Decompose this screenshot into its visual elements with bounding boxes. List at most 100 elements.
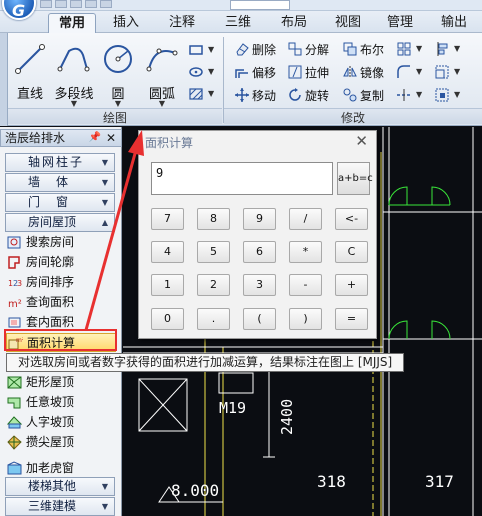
eval-button[interactable]: a+b=c	[337, 162, 373, 195]
rotate-button[interactable]: 旋转	[287, 85, 329, 105]
selection-highlight-box	[4, 329, 117, 351]
ellipse-icon[interactable]	[188, 64, 204, 80]
key-0[interactable]: 0	[151, 308, 184, 330]
tab-annotate[interactable]: 注释	[160, 13, 204, 33]
palette-item-room-sort[interactable]: 123 房间排序	[6, 273, 116, 292]
category-wall[interactable]: 墙 体 ▼	[5, 173, 115, 192]
palette-item-gable-roof[interactable]: 人字坡顶	[6, 413, 116, 432]
rectangle-icon[interactable]	[188, 42, 204, 58]
trim-icon[interactable]	[396, 87, 412, 103]
key-9[interactable]: 9	[243, 208, 276, 230]
key-minus[interactable]: -	[289, 274, 322, 296]
calc-display-input[interactable]: 9	[151, 162, 333, 195]
pin-icon[interactable]: 📌	[89, 130, 101, 146]
mirror-button[interactable]: 镜像	[342, 62, 384, 82]
key-plus[interactable]: +	[335, 274, 368, 296]
move-icon	[235, 88, 249, 102]
key-7[interactable]: 7	[151, 208, 184, 230]
boolean-button[interactable]: 布尔	[342, 39, 384, 59]
qa-new-icon[interactable]	[40, 0, 52, 8]
move-button[interactable]: 移动	[234, 85, 276, 105]
circle-dropdown-icon[interactable]: ▼	[100, 99, 136, 108]
tab-common[interactable]: 常用	[48, 13, 96, 33]
qa-redo-icon[interactable]	[100, 0, 112, 8]
erase-button[interactable]: 删除	[234, 39, 276, 59]
query-area-icon: m²	[8, 299, 22, 310]
fillet-icon[interactable]	[396, 64, 412, 80]
palette-close-icon[interactable]: ✕	[106, 130, 116, 146]
region-dropdown-icon[interactable]: ▼	[454, 90, 460, 99]
stretch-button[interactable]: 拉伸	[287, 62, 329, 82]
align-icon[interactable]	[434, 41, 450, 57]
fillet-dropdown-icon[interactable]: ▼	[416, 67, 422, 76]
palette-item-room-outline[interactable]: 房间轮廓	[6, 253, 116, 272]
array-dropdown-icon[interactable]: ▼	[416, 44, 422, 53]
key-5[interactable]: 5	[197, 241, 230, 263]
palette-item-free-slope-roof[interactable]: 任意坡顶	[6, 393, 116, 412]
erase-label: 删除	[252, 42, 277, 57]
trim-dropdown-icon[interactable]: ▼	[416, 90, 422, 99]
category-stairs-other[interactable]: 楼梯其他 ▼	[5, 477, 115, 496]
polyline-dropdown-icon[interactable]: ▼	[52, 99, 96, 108]
tab-insert[interactable]: 插入	[104, 13, 148, 33]
arc-dropdown-icon[interactable]: ▼	[142, 99, 182, 108]
qa-undo-icon[interactable]	[85, 0, 97, 8]
tab-manage[interactable]: 管理	[378, 13, 422, 33]
palette-item-search-room[interactable]: 搜索房间	[6, 233, 116, 252]
pyramid-roof-icon	[7, 435, 22, 450]
palette-item-query-area[interactable]: m² 查询面积	[6, 293, 116, 312]
dialog-close-icon[interactable]: ✕	[355, 132, 368, 150]
chevron-down-icon: ▼	[101, 502, 108, 511]
array-icon[interactable]	[396, 41, 412, 57]
key-4[interactable]: 4	[151, 241, 184, 263]
tab-3d[interactable]: 三维	[216, 13, 260, 33]
svg-text:m²: m²	[8, 299, 22, 310]
key-2[interactable]: 2	[197, 274, 230, 296]
chevron-down-icon: ▼	[101, 482, 108, 491]
key-divide[interactable]: /	[289, 208, 322, 230]
palette-item-pyramid-roof[interactable]: 攒尖屋顶	[6, 433, 116, 452]
item-label: 加老虎窗	[26, 461, 75, 475]
category-3d-modeling[interactable]: 三维建模 ▼	[5, 497, 115, 516]
region-icon[interactable]	[434, 87, 450, 103]
key-backspace[interactable]: <-	[335, 208, 368, 230]
key-6[interactable]: 6	[243, 241, 276, 263]
hatch-dropdown-icon[interactable]: ▼	[208, 89, 214, 98]
qa-save-icon[interactable]	[70, 0, 82, 8]
category-axis-column[interactable]: 轴网柱子 ▼	[5, 153, 115, 172]
ellipse-dropdown-icon[interactable]: ▼	[208, 67, 214, 76]
tab-output[interactable]: 输出	[432, 13, 476, 33]
offset-label: 偏移	[252, 65, 277, 80]
key-decimal[interactable]: .	[197, 308, 230, 330]
tab-layout[interactable]: 布局	[272, 13, 316, 33]
key-3[interactable]: 3	[243, 274, 276, 296]
key-1[interactable]: 1	[151, 274, 184, 296]
explode-button[interactable]: 分解	[287, 39, 329, 59]
key-clear[interactable]: C	[335, 241, 368, 263]
hatch-icon[interactable]	[188, 86, 204, 102]
category-door-window[interactable]: 门 窗 ▼	[5, 193, 115, 212]
rectangle-dropdown-icon[interactable]: ▼	[208, 45, 214, 54]
palette-title: 浩辰给排水 📌 ✕	[0, 129, 122, 147]
scale-dropdown-icon[interactable]: ▼	[454, 67, 460, 76]
key-8[interactable]: 8	[197, 208, 230, 230]
key-open-paren[interactable]: (	[243, 308, 276, 330]
align-dropdown-icon[interactable]: ▼	[454, 44, 460, 53]
dialog-title: 面积计算	[145, 136, 194, 150]
category-room-roof[interactable]: 房间屋顶 ▲	[5, 213, 115, 232]
palette-item-rect-roof[interactable]: 矩形屋顶	[6, 373, 116, 392]
gable-roof-icon	[7, 416, 22, 429]
key-close-paren[interactable]: )	[289, 308, 322, 330]
copy-button[interactable]: 复制	[342, 85, 384, 105]
item-label: 套内面积	[26, 315, 75, 329]
scale-icon[interactable]	[434, 64, 450, 80]
tab-view[interactable]: 视图	[326, 13, 370, 33]
key-multiply[interactable]: *	[289, 241, 322, 263]
qa-open-icon[interactable]	[55, 0, 67, 8]
offset-button[interactable]: 偏移	[234, 62, 276, 82]
chevron-down-icon: ▼	[101, 158, 108, 167]
item-label: 搜索房间	[26, 235, 75, 249]
palette-item-dormer[interactable]: 加老虎窗	[6, 459, 116, 478]
explode-icon	[288, 42, 302, 56]
key-equals[interactable]: =	[335, 308, 368, 330]
